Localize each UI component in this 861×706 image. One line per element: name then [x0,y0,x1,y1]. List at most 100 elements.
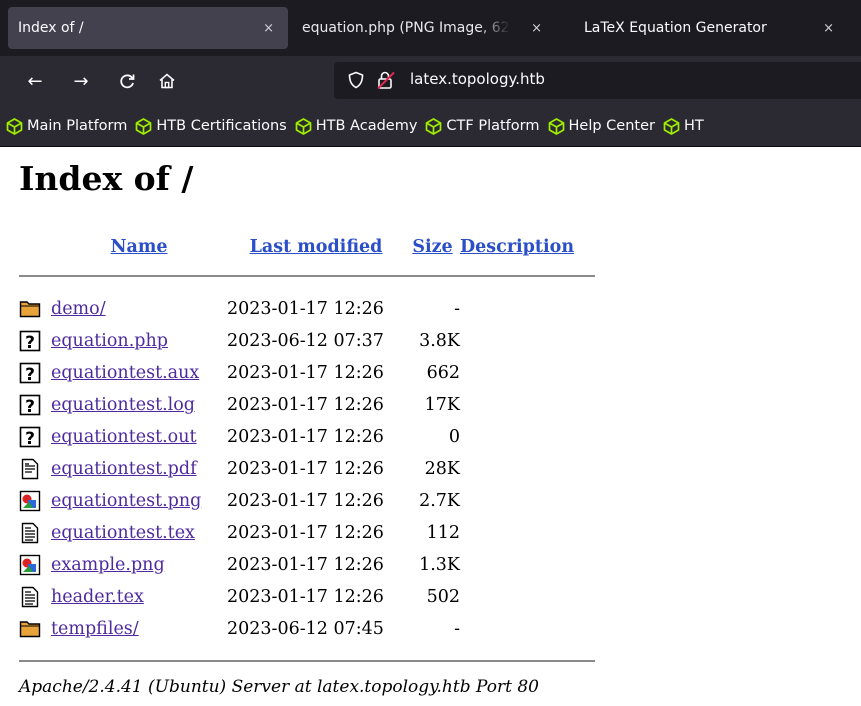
bookmark-label: Help Center [568,118,655,134]
file-link[interactable]: equationtest.out [51,427,197,447]
file-link[interactable]: equationtest.log [51,395,195,415]
tab-latex-generator[interactable]: LaTeX Equation Generator × [580,0,861,56]
text-file-icon [19,586,41,608]
tab-index-of[interactable]: Index of / × [8,7,288,49]
file-link[interactable]: example.png [51,555,165,575]
table-row: equationtest.tex 2023-01-17 12:26 112 [19,517,595,549]
description-cell [460,453,595,485]
page-title: Index of / [19,159,194,198]
tab-close-icon[interactable]: × [823,21,834,36]
forward-arrow-icon: → [73,70,89,92]
bookmark-htb-academy[interactable]: HTB Academy [295,117,417,135]
description-cell [460,613,595,645]
insecure-lock-icon[interactable] [376,70,396,90]
htb-cube-icon [426,117,442,135]
tab-close-icon[interactable]: × [531,21,542,36]
file-link[interactable]: equationtest.tex [51,523,195,543]
url-text[interactable]: latex.topology.htb [410,70,545,88]
forward-button[interactable]: → [68,68,94,94]
size-cell: - [454,299,460,319]
last-modified-cell: 2023-01-17 12:26 [227,491,384,511]
bookmark-help-center[interactable]: Help Center [548,117,655,135]
table-row: example.png 2023-01-17 12:26 1.3K [19,549,595,581]
sort-by-name-link[interactable]: Name [111,237,168,257]
last-modified-cell: 2023-01-17 12:26 [227,523,384,543]
table-row: ? equationtest.log 2023-01-17 12:26 17K [19,389,595,421]
bookmark-htb-certifications[interactable]: HTB Certifications [135,117,287,135]
document-file-icon [19,458,41,480]
description-cell [460,581,595,613]
folder-icon [19,298,41,320]
size-cell: 662 [426,363,460,383]
file-link[interactable]: equationtest.pdf [51,459,197,479]
description-cell [460,421,595,453]
file-rows: demo/2023-01-17 12:26 -? equation.php 2023-… [19,293,595,645]
size-cell: 0 [448,427,460,447]
table-row: equationtest.png 2023-01-17 12:26 2.7K [19,485,595,517]
column-header-last-modified: Last modified [227,229,405,265]
size-cell: 112 [426,523,460,543]
table-row: tempfiles/2023-06-12 07:45 - [19,613,595,645]
description-cell [460,517,595,549]
back-button[interactable]: ← [22,68,48,94]
image-file-icon [19,490,41,512]
description-cell [460,485,595,517]
unknown-file-icon: ? [19,330,41,353]
reload-button[interactable] [114,68,140,94]
tab-equation-png[interactable]: equation.php (PNG Image, 62 × [298,0,572,56]
bookmarks-toolbar: Main Platform HTB Certifications HTB Aca… [0,106,861,147]
size-cell: 1.3K [419,555,460,575]
address-bar[interactable]: latex.topology.htb [334,62,861,99]
last-modified-cell: 2023-01-17 12:26 [227,395,384,415]
svg-text:?: ? [25,365,35,384]
table-row: ? equation.php 2023-06-12 07:37 3.8K [19,325,595,357]
header-rule [19,275,595,277]
table-row: ? equationtest.out 2023-01-17 12:26 0 [19,421,595,453]
size-cell: 17K [424,395,460,415]
column-header-name: Name [51,229,227,265]
unknown-file-icon: ? [19,426,41,449]
table-row: equationtest.pdf 2023-01-17 12:26 28K [19,453,595,485]
file-link[interactable]: tempfiles/ [51,619,139,639]
last-modified-cell: 2023-01-17 12:26 [227,555,384,575]
last-modified-cell: 2023-06-12 07:45 [227,619,384,639]
sort-by-modified-link[interactable]: Last modified [250,237,383,257]
file-link[interactable]: header.tex [51,587,144,607]
bookmark-ctf-platform[interactable]: CTF Platform [425,117,540,135]
back-arrow-icon: ← [27,70,43,92]
bookmark-label: Main Platform [27,118,128,134]
directory-listing-table: Name Last modified Size Description [19,229,595,297]
file-link[interactable]: equation.php [51,331,168,351]
size-cell: 2.7K [419,491,460,511]
table-header-row: Name Last modified Size Description [19,229,595,265]
image-file-icon [19,554,41,576]
description-cell [460,389,595,421]
last-modified-cell: 2023-01-17 12:26 [227,299,384,319]
table-row: ? equationtest.aux 2023-01-17 12:26 662 [19,357,595,389]
column-header-size: Size [405,229,460,265]
tab-close-icon[interactable]: × [263,21,274,36]
description-cell [460,325,595,357]
footer-rule [19,660,595,662]
bookmark-ht-truncated[interactable]: HT [663,117,704,135]
sort-by-size-link[interactable]: Size [412,237,452,257]
tracking-protection-shield-icon[interactable] [348,71,364,89]
bookmark-main-platform[interactable]: Main Platform [6,117,128,135]
last-modified-cell: 2023-01-17 12:26 [227,459,384,479]
tab-title: equation.php (PNG Image, 62 [302,20,510,36]
file-link[interactable]: demo/ [51,299,106,319]
bookmark-label: HT [683,118,704,134]
size-cell: 3.8K [419,331,460,351]
htb-cube-icon [295,117,312,135]
column-header-description: Description [460,229,595,265]
bookmark-label: CTF Platform [446,118,540,134]
file-link[interactable]: equationtest.aux [51,363,199,383]
sort-by-description-link[interactable]: Description [460,237,574,257]
server-signature: Apache/2.4.41 (Ubuntu) Server at latex.t… [19,677,539,697]
file-link[interactable]: equationtest.png [51,491,201,511]
size-cell: 502 [426,587,460,607]
home-button[interactable] [154,68,180,94]
table-row: demo/2023-01-17 12:26 - [19,293,595,325]
svg-text:?: ? [25,333,35,352]
htb-cube-icon [6,117,23,135]
